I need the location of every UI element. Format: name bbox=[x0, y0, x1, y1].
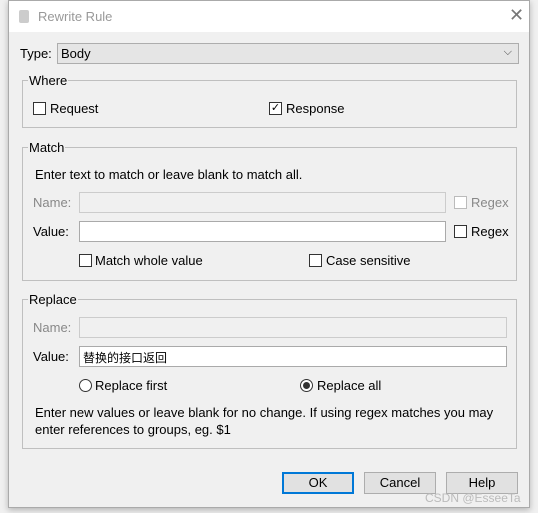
match-value-regex-checkbox[interactable] bbox=[454, 225, 467, 238]
match-whole-value-checkbox[interactable] bbox=[79, 254, 92, 267]
match-name-label: Name: bbox=[33, 195, 72, 210]
match-hint: Enter text to match or leave blank to ma… bbox=[35, 167, 303, 182]
rewrite-rule-dialog: Rewrite Rule ✕ Type: Body ⌵ Where Reques… bbox=[8, 0, 530, 508]
match-value-regex-label: Regex bbox=[471, 224, 509, 239]
response-label: Response bbox=[286, 101, 345, 116]
where-legend: Where bbox=[28, 73, 69, 88]
match-whole-value-label: Match whole value bbox=[95, 253, 203, 268]
replace-value-label: Value: bbox=[33, 349, 69, 364]
match-name-input[interactable] bbox=[79, 192, 446, 213]
match-legend: Match bbox=[28, 140, 66, 155]
request-label: Request bbox=[50, 101, 99, 116]
title-bar: Rewrite Rule ✕ bbox=[9, 1, 529, 32]
request-checkbox[interactable] bbox=[33, 102, 46, 115]
replace-hint-line1: Enter new values or leave blank for no c… bbox=[35, 405, 494, 420]
type-select[interactable]: Body ⌵ bbox=[57, 43, 519, 64]
type-value: Body bbox=[61, 46, 91, 61]
case-sensitive-label: Case sensitive bbox=[326, 253, 411, 268]
ok-button[interactable]: OK bbox=[282, 472, 354, 494]
replace-all-label: Replace all bbox=[317, 378, 382, 393]
replace-first-label: Replace first bbox=[95, 378, 168, 393]
replace-all-radio[interactable] bbox=[300, 379, 313, 392]
response-checkbox[interactable]: ✓ bbox=[269, 102, 282, 115]
close-icon[interactable]: ✕ bbox=[509, 5, 524, 26]
replace-value-input[interactable]: 替换的接口返回 bbox=[79, 346, 507, 367]
replace-first-radio[interactable] bbox=[79, 379, 92, 392]
match-name-regex-label: Regex bbox=[471, 195, 509, 210]
watermark: CSDN @EsseeTa bbox=[425, 491, 521, 505]
match-value-label: Value: bbox=[33, 224, 69, 239]
type-label: Type: bbox=[20, 46, 52, 61]
match-value-input[interactable] bbox=[79, 221, 446, 242]
replace-name-label: Name: bbox=[33, 320, 72, 335]
replace-hint-line2: enter references to groups, eg. $1 bbox=[35, 422, 231, 437]
replace-name-input[interactable] bbox=[79, 317, 507, 338]
case-sensitive-checkbox[interactable] bbox=[309, 254, 322, 267]
match-name-regex-checkbox[interactable] bbox=[454, 196, 467, 209]
chevron-down-icon: ⌵ bbox=[503, 46, 512, 58]
replace-legend: Replace bbox=[28, 292, 78, 307]
dialog-title: Rewrite Rule bbox=[38, 9, 113, 24]
rewrite-rule-icon bbox=[19, 10, 29, 23]
